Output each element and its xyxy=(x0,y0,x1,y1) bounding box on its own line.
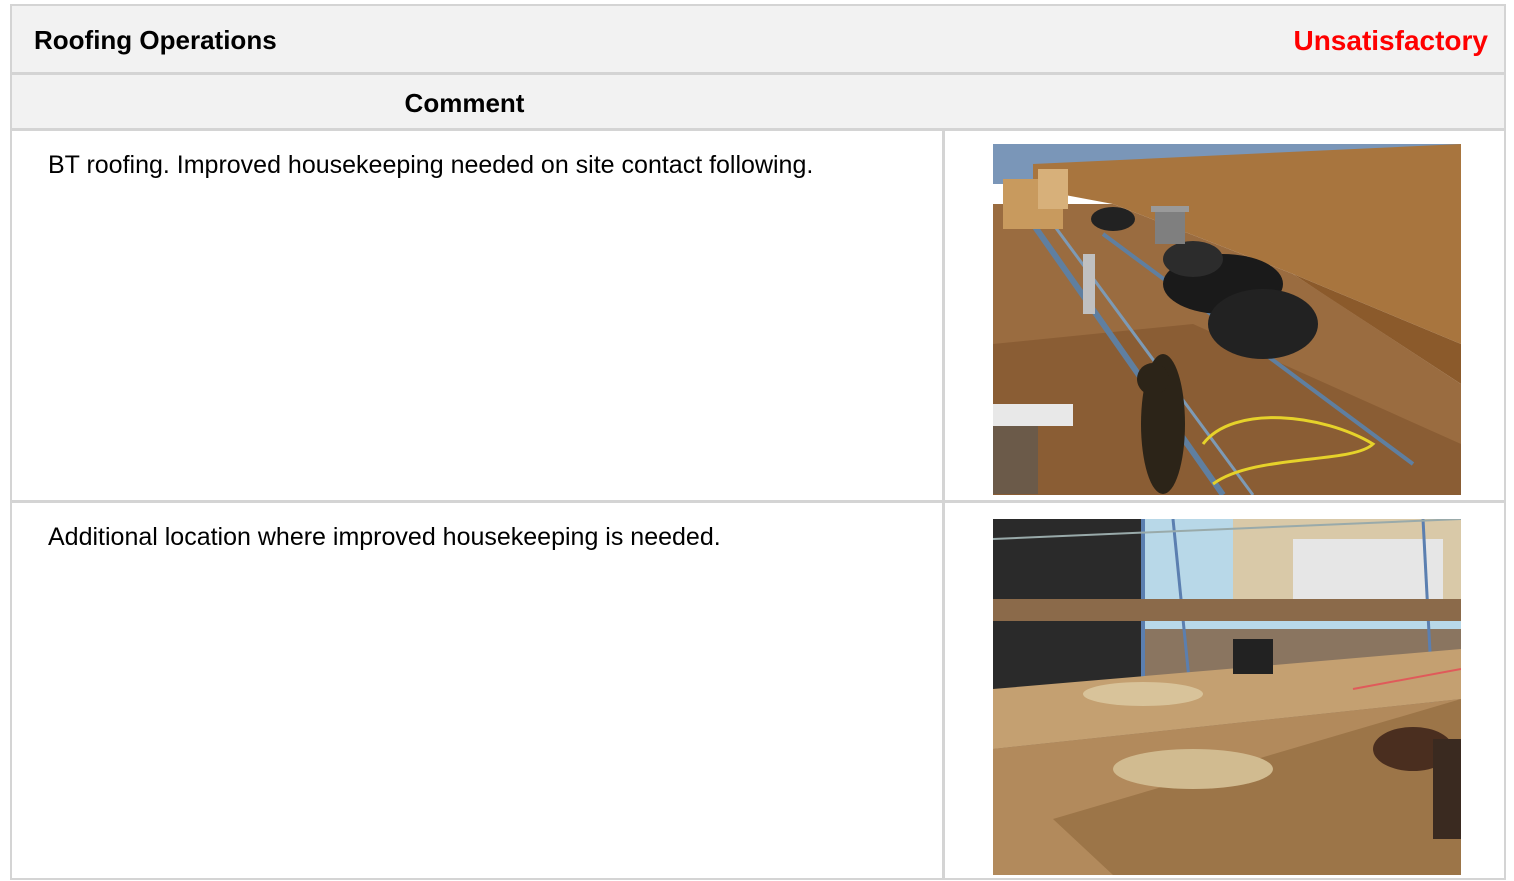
inspection-report: Roofing Operations Unsatisfactory Commen… xyxy=(10,4,1506,880)
scaffold-photo[interactable] xyxy=(993,519,1461,875)
comment-header-label: Comment xyxy=(404,88,525,118)
column-divider xyxy=(942,131,945,500)
comment-text: BT roofing. Improved housekeeping needed… xyxy=(48,151,814,179)
comment-row: BT roofing. Improved housekeeping needed… xyxy=(12,131,1504,503)
comment-column-header: Comment xyxy=(12,75,1504,131)
section-title: Roofing Operations xyxy=(34,25,277,55)
roof-deck-photo[interactable] xyxy=(993,144,1461,495)
scaffold-photo-image xyxy=(993,519,1461,875)
column-divider xyxy=(942,503,945,878)
section-header: Roofing Operations Unsatisfactory xyxy=(12,6,1504,75)
comment-row: Additional location where improved house… xyxy=(12,503,1504,878)
roof-deck-photo-image xyxy=(993,144,1461,495)
status-badge: Unsatisfactory xyxy=(1293,25,1488,56)
comment-text: Additional location where improved house… xyxy=(48,523,721,551)
